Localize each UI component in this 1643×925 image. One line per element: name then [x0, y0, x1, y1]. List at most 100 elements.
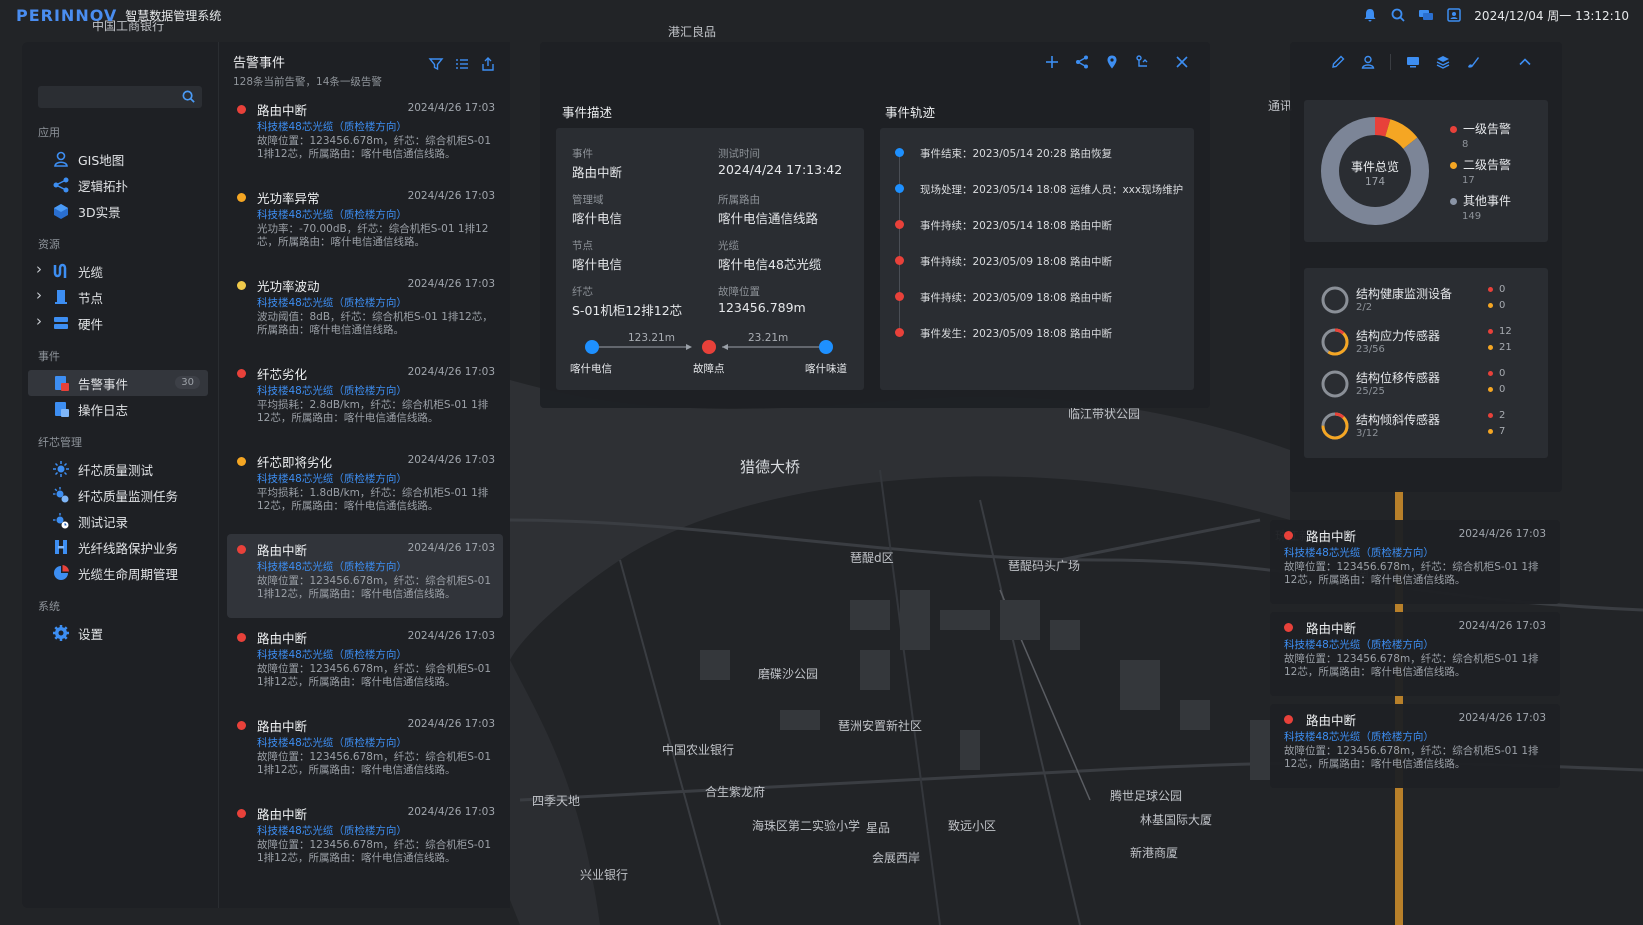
alarm-cable-link[interactable]: 科技楼48芯光缆（质检楼方向） [1284, 545, 1434, 560]
sidebar-item-user-pin[interactable]: GIS地图 [28, 146, 208, 172]
sensor-item[interactable]: 结构健康监测设备 2/2 0 0 [1320, 282, 1540, 322]
right-alarm-card[interactable]: 路由中断 2024/4/26 17:03 科技楼48芯光缆（质检楼方向） 故障位置：1… [1270, 704, 1560, 788]
sensor-item[interactable]: 结构位移传感器 25/25 0 0 [1320, 366, 1540, 406]
alarm-date: 2024/4/26 17:03 [1458, 620, 1546, 632]
alarm-cable-link[interactable]: 科技楼48芯光缆（质检楼方向） [1284, 637, 1434, 652]
alarm-card[interactable]: 路由中断 2024/4/26 17:03 科技楼48芯光缆（质检楼方向） 故障位置：1… [227, 710, 503, 794]
edit-icon[interactable] [1330, 54, 1346, 70]
alarm-card[interactable]: 纤芯劣化 2024/4/26 17:03 科技楼48芯光缆（质检楼方向） 平均损耗：2… [227, 358, 503, 442]
right-alarm-card[interactable]: 路由中断 2024/4/26 17:03 科技楼48芯光缆（质检楼方向） 故障位置：1… [1270, 520, 1560, 604]
alarm-cable-link[interactable]: 科技楼48芯光缆（质检楼方向） [257, 119, 407, 134]
screen-icon[interactable] [1405, 54, 1421, 70]
alarm-cable-link[interactable]: 科技楼48芯光缆（质检楼方向） [257, 823, 407, 838]
sidebar-item-record[interactable]: 测试记录 [28, 508, 208, 534]
alarm-title: 光功率异常 [257, 191, 320, 206]
person-icon[interactable] [1360, 54, 1376, 70]
alarm-date: 2024/4/26 17:03 [1458, 528, 1546, 540]
collapse-up-icon[interactable] [1517, 54, 1533, 70]
share-icon[interactable] [1074, 54, 1090, 70]
sidebar-item-cable[interactable]: › 光缆 [28, 258, 208, 284]
add-icon[interactable] [1044, 54, 1060, 70]
alarm-card[interactable]: 纤芯即将劣化 2024/4/26 17:03 科技楼48芯光缆（质检楼方向） 平均损耗… [227, 446, 503, 530]
alarm-date: 2024/4/26 17:03 [1458, 712, 1546, 724]
sensor-orange-count: 0 [1499, 384, 1506, 395]
alarm-cable-link[interactable]: 科技楼48芯光缆（质检楼方向） [257, 647, 407, 662]
brush-icon[interactable] [1465, 54, 1481, 70]
spark-icon [53, 461, 69, 477]
user-card-icon[interactable] [1446, 7, 1462, 23]
sensor-red-count-row: 0 [1488, 368, 1505, 379]
alarm-cable-link[interactable]: 科技楼48芯光缆（质检楼方向） [257, 735, 407, 750]
alarm-cable-link[interactable]: 科技楼48芯光缆（质检楼方向） [257, 207, 407, 222]
sidebar-item-share[interactable]: 逻辑拓扑 [28, 172, 208, 198]
list-sort-icon[interactable] [454, 56, 470, 72]
alarm-date: 2024/4/26 17:03 [407, 542, 495, 554]
sidebar-item-pie[interactable]: 光缆生命周期管理 [28, 560, 208, 586]
map-label: 四季天地 [532, 794, 580, 808]
alarm-card[interactable]: 路由中断 2024/4/26 17:03 科技楼48芯光缆（质检楼方向） 故障位置：1… [227, 94, 503, 178]
sidebar-item-node[interactable]: › 节点 [28, 284, 208, 310]
alarm-card[interactable]: 光功率波动 2024/4/26 17:03 科技楼48芯光缆（质检楼方向） 波动阈值：… [227, 270, 503, 354]
sensor-item[interactable]: 结构倾斜传感器 3/12 2 7 [1320, 408, 1540, 448]
export-icon[interactable] [480, 56, 496, 72]
layers-icon[interactable] [1435, 54, 1451, 70]
cube-icon [54, 204, 68, 219]
route-trace-icon[interactable] [1134, 54, 1150, 70]
sensor-orange-count: 7 [1499, 426, 1506, 437]
event-overview-box: 事件总览 174 一级告警 8 二级告警 17 其他事件 149 [1304, 100, 1548, 242]
search-icon[interactable] [181, 89, 196, 104]
field-label: 所属路由 [718, 194, 760, 206]
timeline-dot [895, 328, 904, 337]
right-alarm-card[interactable]: 路由中断 2024/4/26 17:03 科技楼48芯光缆（质检楼方向） 故障位置：1… [1270, 612, 1560, 696]
route-fault-label: 故障点 [693, 363, 725, 375]
map-label: 临江带状公园 [1068, 407, 1140, 421]
alarm-cable-link[interactable]: 科技楼48芯光缆（质检楼方向） [257, 471, 407, 486]
route-node-right [819, 340, 833, 354]
log-doc-icon [55, 402, 69, 417]
alarm-cable-link[interactable]: 科技楼48芯光缆（质检楼方向） [257, 295, 407, 310]
alarm-card[interactable]: 路由中断 2024/4/26 17:03 科技楼48芯光缆（质检楼方向） 故障位置：1… [227, 798, 503, 882]
location-pin-icon[interactable] [1104, 54, 1120, 70]
sidebar-item-protect[interactable]: 光纤线路保护业务 [28, 534, 208, 560]
alarm-cable-link[interactable]: 科技楼48芯光缆（质检楼方向） [1284, 729, 1434, 744]
red-dot [1488, 286, 1493, 292]
alarm-level-dot [237, 721, 246, 730]
alarm-level-dot [237, 545, 246, 554]
sensor-red-count: 12 [1499, 326, 1512, 337]
chevron-right-icon[interactable]: › [36, 260, 42, 278]
orange-dot [1488, 428, 1493, 434]
sensor-count: 2/2 [1356, 302, 1373, 313]
search-input[interactable] [38, 86, 202, 108]
bell-icon[interactable] [1362, 7, 1378, 23]
sidebar-item-gear[interactable]: 设置 [28, 620, 208, 646]
sidebar-item-spark[interactable]: 纤芯质量测试 [28, 456, 208, 482]
filter-icon[interactable] [428, 56, 444, 72]
sidebar-item-cube[interactable]: 3D实景 [28, 198, 208, 224]
alarm-cable-link[interactable]: 科技楼48芯光缆（质检楼方向） [257, 559, 407, 574]
alarm-card[interactable]: 路由中断 2024/4/26 17:03 科技楼48芯光缆（质检楼方向） 故障位置：1… [227, 534, 503, 618]
close-icon[interactable] [1174, 54, 1190, 70]
legend-item: 一级告警 8 [1450, 120, 1511, 150]
sidebar-item-label: 光缆 [78, 264, 104, 280]
chevron-right-icon[interactable]: › [36, 286, 42, 304]
alarm-card[interactable]: 路由中断 2024/4/26 17:03 科技楼48芯光缆（质检楼方向） 故障位置：1… [227, 622, 503, 706]
alarm-list-header: 告警事件 128条当前告警，14条一级告警 [233, 52, 382, 89]
alarm-title: 路由中断 [1306, 621, 1357, 636]
alarm-cable-link[interactable]: 科技楼48芯光缆（质检楼方向） [257, 383, 407, 398]
chevron-right-icon[interactable]: › [36, 312, 42, 330]
share-icon [53, 177, 69, 193]
field-value: 喀什电信 [572, 211, 623, 226]
chat-icon[interactable] [1418, 7, 1434, 23]
sidebar-item-server[interactable]: › 硬件 [28, 310, 208, 336]
alarm-detail-text: 故障位置：123456.678m，纤芯：综合机柜S-01 1排12芯，所属路由：… [1284, 745, 1539, 770]
sidebar-item-monitor-task[interactable]: 纤芯质量监测任务 [28, 482, 208, 508]
sensor-name: 结构倾斜传感器 [1356, 413, 1441, 427]
sidebar-item-alarm-doc[interactable]: 告警事件 30 [28, 370, 208, 396]
sensor-red-count-row: 0 [1488, 284, 1505, 295]
alarm-card[interactable]: 光功率异常 2024/4/26 17:03 科技楼48芯光缆（质检楼方向） 光功率：-… [227, 182, 503, 266]
sensor-item[interactable]: 结构应力传感器 23/56 12 21 [1320, 324, 1540, 364]
field-label: 故障位置 [718, 286, 760, 298]
map-label: 琶醍d区 [850, 551, 894, 565]
search-icon[interactable] [1390, 7, 1406, 23]
sidebar-item-log-doc[interactable]: 操作日志 [28, 396, 208, 422]
